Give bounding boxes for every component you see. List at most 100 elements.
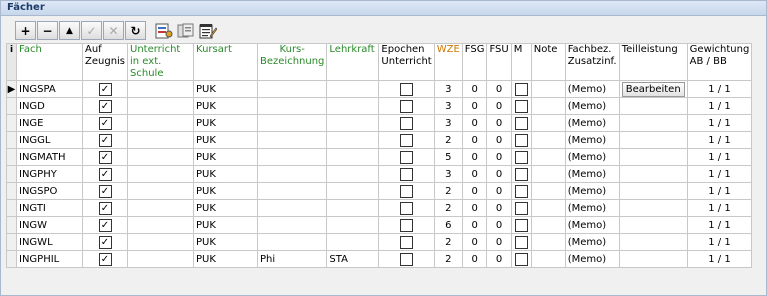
col-kursbez[interactable]: Kurs-Bezeichnung [257,43,328,81]
checkbox[interactable] [514,116,528,130]
checkbox[interactable] [514,150,528,164]
cell-lehrkraft[interactable] [326,182,380,200]
row-indicator[interactable] [6,250,17,268]
edit-list-button[interactable] [197,21,218,40]
cell-gewichtung[interactable]: 1 / 1 [686,216,753,234]
cell-zusatz[interactable]: (Memo) [564,182,620,200]
cell-fsu[interactable]: 0 [486,97,512,115]
cell-teilleistung[interactable] [618,148,688,166]
checkbox-checked[interactable]: ✓ [98,235,112,249]
cell-m[interactable] [510,148,532,166]
cell-lehrkraft[interactable] [326,165,380,183]
table-row[interactable]: INGPHIL ✓ PUK Phi STA 2 0 0 (Memo) 1 / 1 [6,250,753,268]
checkbox[interactable] [400,150,414,164]
cell-gewichtung[interactable]: 1 / 1 [686,114,753,132]
report-button[interactable] [153,21,174,40]
cell-extern[interactable] [127,250,195,268]
col-kursart[interactable]: Kursart [193,43,259,81]
cell-kursbez[interactable] [257,97,328,115]
cell-epochen[interactable] [378,233,435,251]
table-row[interactable]: INGW ✓ PUK 6 0 0 (Memo) 1 / 1 [6,216,753,234]
cell-fach[interactable]: INGPHIL [16,250,83,268]
cell-note[interactable] [530,97,566,115]
cell-kursbez[interactable] [257,216,328,234]
cell-gewichtung[interactable]: 1 / 1 [686,131,753,149]
cell-kursart[interactable]: PUK [193,114,259,132]
cell-zeugnis[interactable]: ✓ [81,165,129,183]
checkbox-checked[interactable]: ✓ [98,252,112,266]
cell-gewichtung[interactable]: 1 / 1 [686,80,753,98]
cell-fsg[interactable]: 0 [461,80,488,98]
row-indicator[interactable] [6,216,17,234]
cell-teilleistung[interactable] [618,199,688,217]
cell-gewichtung[interactable]: 1 / 1 [686,250,753,268]
cell-teilleistung[interactable]: Bearbeiten [618,80,688,98]
cell-m[interactable] [510,233,532,251]
cell-fsu[interactable]: 0 [486,80,512,98]
cell-zusatz[interactable]: (Memo) [564,165,620,183]
checkbox-checked[interactable]: ✓ [98,150,112,164]
row-indicator[interactable] [6,182,17,200]
cell-kursbez[interactable] [257,131,328,149]
cell-zusatz[interactable]: (Memo) [564,199,620,217]
checkbox[interactable] [514,133,528,147]
cell-gewichtung[interactable]: 1 / 1 [686,148,753,166]
col-fsg[interactable]: FSG [461,43,488,81]
cell-kursart[interactable]: PUK [193,80,259,98]
cell-fsu[interactable]: 0 [486,165,512,183]
cell-lehrkraft[interactable] [326,233,380,251]
cell-m[interactable] [510,80,532,98]
table-row[interactable]: INGMATH ✓ PUK 5 0 0 (Memo) 1 / 1 [6,148,753,166]
cell-m[interactable] [510,114,532,132]
cell-note[interactable] [530,131,566,149]
cell-zusatz[interactable]: (Memo) [564,114,620,132]
checkbox[interactable] [514,99,528,113]
cell-fach[interactable]: INGMATH [16,148,83,166]
cell-gewichtung[interactable]: 1 / 1 [686,165,753,183]
cell-extern[interactable] [127,80,195,98]
cell-kursbez[interactable] [257,148,328,166]
cell-fsu[interactable]: 0 [486,216,512,234]
cell-extern[interactable] [127,114,195,132]
cell-lehrkraft[interactable] [326,114,380,132]
checkbox-checked[interactable]: ✓ [98,99,112,113]
cell-teilleistung[interactable] [618,97,688,115]
col-m[interactable]: M [510,43,532,81]
cell-epochen[interactable] [378,114,435,132]
cell-kursbez[interactable] [257,80,328,98]
cell-zeugnis[interactable]: ✓ [81,182,129,200]
cell-note[interactable] [530,199,566,217]
row-indicator[interactable] [6,97,17,115]
cell-m[interactable] [510,97,532,115]
table-row[interactable]: INGWL ✓ PUK 2 0 0 (Memo) 1 / 1 [6,233,753,251]
move-up-button[interactable]: ▲ [59,21,80,40]
checkbox-checked[interactable]: ✓ [98,184,112,198]
cell-lehrkraft[interactable] [326,216,380,234]
cell-note[interactable] [530,80,566,98]
cell-fsu[interactable]: 0 [486,233,512,251]
cell-zeugnis[interactable]: ✓ [81,233,129,251]
cell-m[interactable] [510,250,532,268]
cell-epochen[interactable] [378,131,435,149]
cell-m[interactable] [510,131,532,149]
cell-note[interactable] [530,233,566,251]
add-button[interactable]: + [15,21,36,40]
cell-fsu[interactable]: 0 [486,148,512,166]
cell-gewichtung[interactable]: 1 / 1 [686,182,753,200]
cell-teilleistung[interactable] [618,250,688,268]
cell-zusatz[interactable]: (Memo) [564,216,620,234]
cell-note[interactable] [530,148,566,166]
cell-kursart[interactable]: PUK [193,165,259,183]
cell-fach[interactable]: INGD [16,97,83,115]
cell-lehrkraft[interactable] [326,97,380,115]
cell-epochen[interactable] [378,80,435,98]
cell-zeugnis[interactable]: ✓ [81,250,129,268]
table-row[interactable]: INGE ✓ PUK 3 0 0 (Memo) 1 / 1 [6,114,753,132]
cell-wze[interactable]: 3 [433,165,463,183]
cell-kursart[interactable]: PUK [193,182,259,200]
cell-fsg[interactable]: 0 [461,250,488,268]
cell-fsg[interactable]: 0 [461,148,488,166]
checkbox[interactable] [400,235,414,249]
col-gewichtung[interactable]: Gewichtung AB / BB [686,43,753,81]
col-zusatz[interactable]: Fachbez. Zusatzinf. [564,43,620,81]
